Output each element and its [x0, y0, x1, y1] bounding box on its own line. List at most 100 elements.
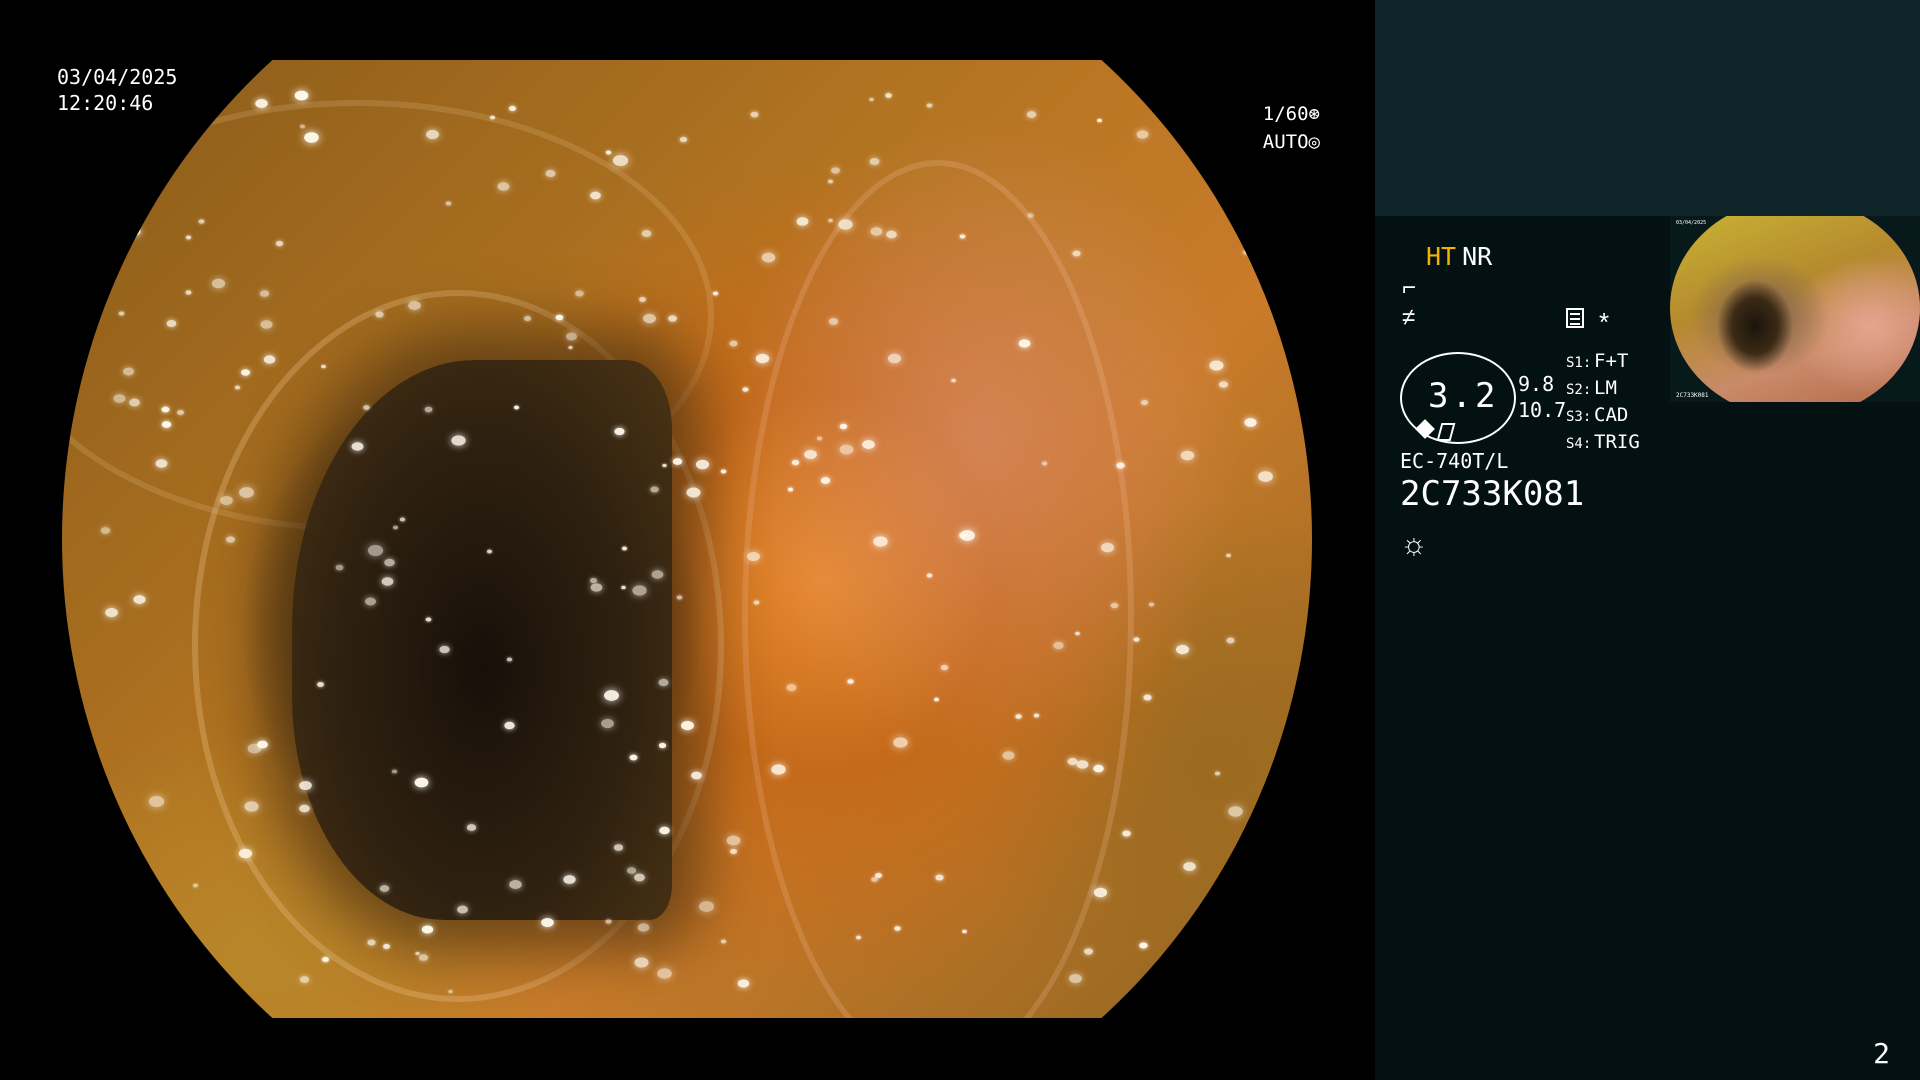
highlight-spot	[1084, 948, 1093, 955]
highlight-spot	[1026, 111, 1037, 118]
highlight-spot	[959, 234, 966, 239]
highlight-spot	[304, 132, 319, 143]
highlight-spot	[133, 595, 146, 604]
highlight-spot	[1244, 418, 1257, 427]
capture-thumbnail[interactable]: 03/04/2025 2C733K081	[1670, 216, 1920, 402]
highlight-spot	[747, 551, 760, 562]
iris-icon: ◎	[1308, 131, 1320, 153]
highlight-spot	[1228, 806, 1243, 817]
highlight-spot	[935, 874, 944, 881]
scope-serial: 2C733K081	[1400, 474, 1585, 514]
highlight-spot	[1236, 162, 1251, 173]
highlight-spot	[367, 545, 384, 556]
aperture-icon: ⊛	[1308, 103, 1320, 125]
highlight-spot	[601, 718, 614, 729]
highlight-spot	[1116, 462, 1125, 469]
highlight-spot	[466, 824, 477, 831]
highlight-spot	[650, 486, 659, 493]
highlight-spot	[263, 355, 276, 364]
highlight-spot	[504, 721, 515, 730]
highlight-spot	[490, 115, 495, 120]
highlight-spot	[408, 301, 421, 310]
highlight-spot	[393, 525, 398, 530]
highlight-spot	[448, 989, 453, 994]
shutter-speed-text: 1/60	[1262, 103, 1309, 125]
highlight-spot	[828, 218, 833, 223]
highlight-spot	[220, 495, 233, 506]
switch-row: S2: LM	[1566, 376, 1640, 403]
highlight-spot	[1148, 602, 1155, 607]
highlight-spot	[804, 449, 817, 460]
switch-value: F+T	[1594, 350, 1629, 372]
highlight-spot	[497, 182, 510, 191]
highlight-spot	[629, 754, 638, 761]
switch-value: CAD	[1594, 404, 1629, 426]
highlight-spot	[118, 311, 125, 316]
thumbnail-image	[1670, 216, 1920, 402]
highlight-spot	[1069, 973, 1082, 984]
highlight-spot	[605, 150, 612, 155]
highlight-spot	[787, 487, 794, 492]
highlight-spot	[651, 570, 664, 579]
highlight-spot	[698, 901, 715, 912]
switch-row: S3: CAD	[1566, 403, 1640, 430]
highlight-spot	[960, 530, 975, 541]
highlight-spot	[672, 458, 683, 465]
highlight-spot	[771, 764, 786, 775]
highlight-spot	[626, 867, 637, 874]
mode-nr-label: NR	[1462, 242, 1493, 271]
highlight-spot	[1076, 760, 1089, 769]
highlight-spot	[545, 169, 556, 178]
exposure-readout: 1/60⊛ AUTO◎	[1263, 100, 1320, 156]
highlight-spot	[166, 320, 177, 327]
highlight-spot	[726, 835, 741, 846]
highlight-spot	[791, 459, 800, 466]
highlight-spot	[820, 477, 831, 484]
date-time-readout: 03/04/2025 12:20:46	[57, 64, 177, 116]
highlight-spot	[113, 394, 126, 403]
highlight-spot	[839, 444, 854, 455]
highlight-spot	[894, 926, 901, 931]
highlight-spot	[831, 167, 840, 174]
highlight-spot	[299, 780, 312, 791]
highlight-spot	[1141, 400, 1148, 405]
highlight-spot	[1258, 471, 1273, 482]
highlight-spot	[1015, 714, 1022, 719]
highlight-spot	[299, 804, 310, 813]
highlight-spot	[239, 487, 254, 498]
asterisk-icon: *	[1599, 307, 1610, 337]
endoscopic-view	[62, 60, 1312, 1018]
highlight-spot	[1175, 644, 1190, 655]
highlight-spot	[951, 378, 956, 383]
highlight-spot	[869, 158, 880, 165]
highlight-spot	[1136, 130, 1149, 139]
highlight-spot	[634, 957, 649, 968]
highlight-spot	[885, 93, 892, 98]
highlight-spot	[742, 387, 749, 392]
highlight-spot	[847, 679, 854, 684]
highlight-spot	[862, 440, 875, 449]
highlight-spot	[753, 600, 760, 605]
iris-mode-text: AUTO	[1262, 131, 1309, 153]
highlight-spot	[887, 353, 902, 364]
highlight-spot	[322, 957, 329, 962]
highlight-spot	[729, 340, 738, 347]
highlight-spot	[1002, 751, 1015, 760]
highlight-spot	[657, 968, 672, 979]
switch-row: S1: F+T	[1566, 349, 1640, 376]
highlight-spot	[637, 923, 650, 932]
highlight-spot	[335, 564, 344, 571]
highlight-spot	[659, 826, 670, 835]
switch-key: S2:	[1566, 382, 1592, 398]
highlight-spot	[129, 398, 140, 407]
highlight-spot	[720, 469, 727, 474]
highlight-spot	[621, 585, 626, 590]
highlight-spot	[259, 290, 270, 297]
highlight-spot	[755, 353, 770, 364]
highlight-spot	[658, 678, 669, 687]
highlight-spot	[1226, 637, 1235, 644]
highlight-spot	[1033, 713, 1040, 718]
highlight-spot	[383, 944, 390, 949]
highlight-spot	[122, 367, 135, 376]
highlight-spot	[128, 227, 141, 236]
